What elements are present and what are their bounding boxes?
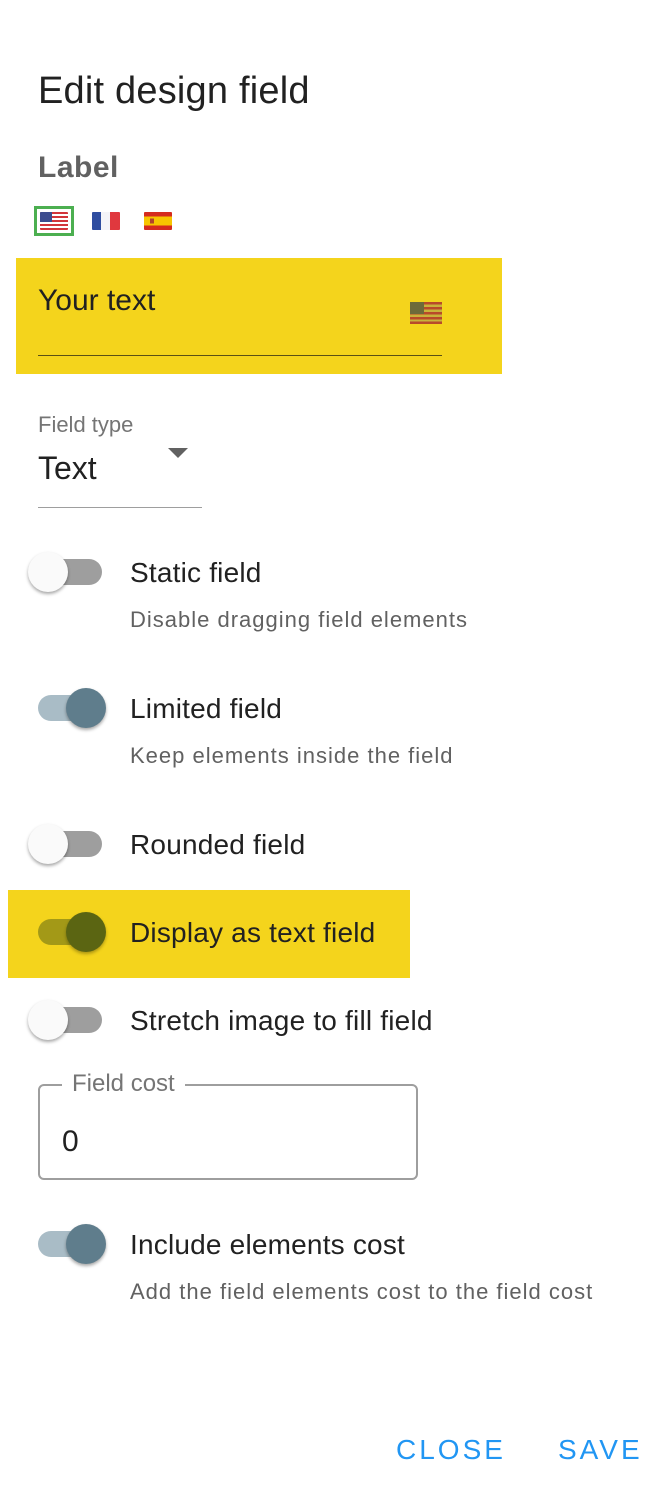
france-flag-icon	[92, 212, 120, 230]
switch-thumb	[28, 824, 68, 864]
language-fr-button[interactable]	[86, 206, 126, 236]
include-elements-cost-label: Include elements cost	[130, 1229, 406, 1260]
static-field-label: Static field	[130, 557, 262, 588]
rounded-field-label: Rounded field	[130, 829, 306, 860]
field-cost-legend: Field cost	[62, 1070, 185, 1098]
label-input-container	[38, 280, 442, 356]
limited-field-description: Keep elements inside the field	[130, 743, 454, 768]
label-heading: Label	[38, 151, 119, 184]
display-as-text-field-toggle[interactable]	[34, 910, 108, 954]
us-flag-icon	[410, 302, 442, 324]
static-field-description: Disable dragging field elements	[130, 607, 468, 632]
dropdown-arrow-icon	[168, 448, 188, 458]
limited-field-toggle[interactable]	[34, 686, 108, 730]
field-cost-input[interactable]	[62, 1122, 382, 1162]
language-en-button[interactable]	[34, 206, 74, 236]
field-type-select[interactable]: Field type Text	[38, 412, 202, 508]
us-flag-icon	[40, 212, 68, 230]
switch-thumb	[28, 1000, 68, 1040]
static-field-toggle[interactable]	[28, 550, 108, 594]
display-as-text-field-label: Display as text field	[130, 917, 376, 948]
switch-thumb	[28, 552, 68, 592]
field-type-value: Text	[38, 450, 97, 486]
switch-thumb	[66, 688, 106, 728]
include-elements-cost-description: Add the field elements cost to the field…	[130, 1279, 594, 1304]
field-type-caption: Field type	[38, 412, 134, 437]
label-text-input[interactable]	[38, 280, 378, 322]
edit-design-field-dialog: Edit design field Label Your text Field …	[0, 0, 670, 1492]
spain-flag-icon	[144, 212, 172, 230]
language-es-button[interactable]	[138, 206, 178, 236]
switch-thumb	[66, 912, 106, 952]
limited-field-label: Limited field	[130, 693, 283, 724]
save-button[interactable]: SAVE	[558, 1426, 643, 1474]
stretch-image-toggle[interactable]	[28, 998, 108, 1042]
rounded-field-toggle[interactable]	[28, 822, 108, 866]
dialog-title: Edit design field	[38, 70, 310, 112]
field-cost-container: Field cost	[38, 1070, 418, 1180]
switch-thumb	[66, 1224, 106, 1264]
close-button[interactable]: CLOSE	[396, 1426, 506, 1474]
stretch-image-label: Stretch image to fill field	[130, 1005, 433, 1036]
include-elements-cost-toggle[interactable]	[34, 1222, 108, 1266]
